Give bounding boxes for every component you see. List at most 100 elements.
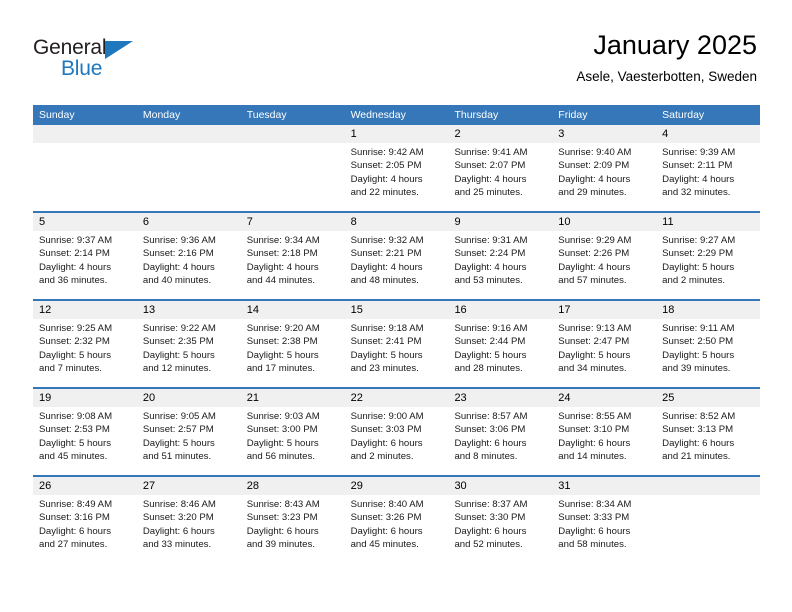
day-details: Sunrise: 9:05 AM Sunset: 2:57 PM Daylight:… <box>137 407 241 464</box>
weekday-header-tuesday: Tuesday <box>246 109 287 121</box>
day-number: 1 <box>344 125 449 143</box>
day-detail-line: Sunset: 3:30 PM <box>454 512 526 524</box>
day-detail-line: Sunrise: 9:16 AM <box>454 323 528 334</box>
day-detail-line: Daylight: 5 hours <box>142 349 215 361</box>
day-number: 29 <box>344 477 449 495</box>
calendar-day-cell[interactable]: 11 Sunrise: 9:27 AM Sunset: 2:29 PM Dayligh… <box>656 213 761 299</box>
calendar-day-cell[interactable]: 15 Sunrise: 9:18 AM Sunset: 2:41 PM Dayligh… <box>344 301 449 387</box>
weekday-header-friday: Friday <box>558 109 588 121</box>
calendar-day-cell[interactable]: 3 Sunrise: 9:40 AM Sunset: 2:09 PM Daylight… <box>552 125 657 211</box>
calendar-week-row: 12 Sunrise: 9:25 AM Sunset: 2:32 PM Dayligh… <box>33 301 761 389</box>
day-detail-line: Daylight: 4 hours <box>662 173 735 185</box>
day-number: 9 <box>448 213 553 231</box>
calendar-day-cell[interactable]: 13 Sunrise: 9:22 AM Sunset: 2:35 PM Dayligh… <box>136 301 241 387</box>
day-detail-line: Sunrise: 9:34 AM <box>246 235 320 246</box>
day-number: 15 <box>344 301 449 319</box>
calendar-day-cell[interactable]: 8 Sunrise: 9:32 AM Sunset: 2:21 PM Daylight… <box>344 213 449 299</box>
day-detail-line: Daylight: 6 hours <box>558 525 631 537</box>
day-detail-line: Sunset: 2:21 PM <box>350 248 422 260</box>
calendar-grid: Sunday Monday Tuesday Wednesday Thursday Frid… <box>33 105 761 565</box>
day-detail-line: and 17 minutes. <box>246 363 315 375</box>
day-detail-line: Daylight: 4 hours <box>454 173 527 185</box>
calendar-day-cell[interactable]: 29 Sunrise: 8:40 AM Sunset: 3:26 PM Dayligh… <box>344 477 449 565</box>
day-details <box>656 495 760 498</box>
day-detail-line: Sunset: 2:44 PM <box>454 336 526 348</box>
day-detail-line: Daylight: 4 hours <box>558 261 631 273</box>
day-detail-line: Daylight: 4 hours <box>39 261 111 273</box>
calendar-day-cell[interactable]: 20 Sunrise: 9:05 AM Sunset: 2:57 PM Dayligh… <box>136 389 241 475</box>
calendar-day-cell[interactable]: 31 Sunrise: 8:34 AM Sunset: 3:33 PM Dayligh… <box>552 477 657 565</box>
calendar-day-cell[interactable]: 9 Sunrise: 9:31 AM Sunset: 2:24 PM Daylight… <box>448 213 553 299</box>
day-detail-line: Sunrise: 9:27 AM <box>662 235 736 246</box>
day-detail-line: Sunset: 2:14 PM <box>39 248 110 260</box>
day-number: 26 <box>33 477 137 495</box>
day-detail-line: and 27 minutes. <box>39 539 108 551</box>
day-detail-line: Daylight: 6 hours <box>558 437 631 449</box>
calendar-day-cell[interactable]: 2 Sunrise: 9:41 AM Sunset: 2:07 PM Daylight… <box>448 125 553 211</box>
day-details: Sunrise: 9:18 AM Sunset: 2:41 PM Daylight:… <box>345 319 449 376</box>
calendar-day-cell[interactable]: 14 Sunrise: 9:20 AM Sunset: 2:38 PM Dayligh… <box>240 301 345 387</box>
day-detail-line: and 58 minutes. <box>558 539 627 551</box>
day-detail-line: Sunset: 2:29 PM <box>662 248 734 260</box>
day-detail-line: Sunset: 2:53 PM <box>39 424 110 436</box>
calendar-day-cell[interactable]: 16 Sunrise: 9:16 AM Sunset: 2:44 PM Dayligh… <box>448 301 553 387</box>
day-detail-line: and 52 minutes. <box>454 539 523 551</box>
day-detail-line: Sunrise: 8:55 AM <box>558 411 632 422</box>
day-detail-line: Daylight: 5 hours <box>246 437 319 449</box>
calendar-day-cell[interactable]: 30 Sunrise: 8:37 AM Sunset: 3:30 PM Dayligh… <box>448 477 553 565</box>
day-detail-line: Daylight: 5 hours <box>39 437 111 449</box>
day-detail-line: Daylight: 4 hours <box>350 261 423 273</box>
day-detail-line: Sunrise: 8:37 AM <box>454 499 528 510</box>
day-number: 8 <box>344 213 449 231</box>
calendar-day-cell[interactable]: 23 Sunrise: 8:57 AM Sunset: 3:06 PM Dayligh… <box>448 389 553 475</box>
day-detail-line: and 36 minutes. <box>39 275 108 287</box>
day-number: 31 <box>552 477 657 495</box>
day-detail-line: Sunset: 3:26 PM <box>350 512 422 524</box>
day-detail-line: Daylight: 5 hours <box>558 349 631 361</box>
day-details: Sunrise: 8:43 AM Sunset: 3:23 PM Daylight:… <box>241 495 345 552</box>
day-number: 19 <box>33 389 137 407</box>
calendar-day-cell[interactable]: 5 Sunrise: 9:37 AM Sunset: 2:14 PM Daylight… <box>33 213 137 299</box>
day-detail-line: Sunrise: 9:41 AM <box>454 147 528 158</box>
day-detail-line: and 22 minutes. <box>350 187 419 199</box>
day-details: Sunrise: 9:37 AM Sunset: 2:14 PM Daylight:… <box>33 231 137 288</box>
calendar-day-cell[interactable]: 12 Sunrise: 9:25 AM Sunset: 2:32 PM Dayligh… <box>33 301 137 387</box>
day-detail-line: Daylight: 5 hours <box>454 349 527 361</box>
calendar-day-cell[interactable]: 26 Sunrise: 8:49 AM Sunset: 3:16 PM Dayligh… <box>33 477 137 565</box>
day-detail-line: and 28 minutes. <box>454 363 523 375</box>
page-header: General Blue January 2025 Asele, Vaester… <box>0 0 792 100</box>
calendar-week-row: 26 Sunrise: 8:49 AM Sunset: 3:16 PM Dayligh… <box>33 477 761 565</box>
day-details: Sunrise: 9:13 AM Sunset: 2:47 PM Daylight:… <box>552 319 656 376</box>
day-number: 28 <box>240 477 345 495</box>
calendar-day-cell[interactable]: 17 Sunrise: 9:13 AM Sunset: 2:47 PM Dayligh… <box>552 301 657 387</box>
day-detail-line: Daylight: 6 hours <box>350 437 423 449</box>
calendar-day-cell[interactable]: 27 Sunrise: 8:46 AM Sunset: 3:20 PM Dayligh… <box>136 477 241 565</box>
day-details: Sunrise: 9:42 AM Sunset: 2:05 PM Daylight:… <box>345 143 449 200</box>
calendar-day-cell[interactable]: 28 Sunrise: 8:43 AM Sunset: 3:23 PM Dayligh… <box>240 477 345 565</box>
calendar-day-cell[interactable]: 6 Sunrise: 9:36 AM Sunset: 2:16 PM Daylight… <box>136 213 241 299</box>
calendar-day-cell[interactable]: 7 Sunrise: 9:34 AM Sunset: 2:18 PM Daylight… <box>240 213 345 299</box>
day-detail-line: Sunset: 2:09 PM <box>558 160 630 172</box>
logo-text-blue: Blue <box>61 57 103 80</box>
calendar-day-cell[interactable]: 24 Sunrise: 8:55 AM Sunset: 3:10 PM Dayligh… <box>552 389 657 475</box>
day-number: 20 <box>136 389 241 407</box>
calendar-day-cell[interactable]: 18 Sunrise: 9:11 AM Sunset: 2:50 PM Dayligh… <box>656 301 761 387</box>
day-detail-line: Sunset: 2:07 PM <box>454 160 526 172</box>
day-detail-line: Sunset: 2:47 PM <box>558 336 630 348</box>
day-detail-line: Daylight: 6 hours <box>350 525 423 537</box>
calendar-day-cell[interactable]: 10 Sunrise: 9:29 AM Sunset: 2:26 PM Dayligh… <box>552 213 657 299</box>
calendar-day-cell[interactable]: 4 Sunrise: 9:39 AM Sunset: 2:11 PM Daylight… <box>656 125 761 211</box>
day-details <box>241 143 345 146</box>
calendar-day-cell[interactable]: 22 Sunrise: 9:00 AM Sunset: 3:03 PM Dayligh… <box>344 389 449 475</box>
calendar-day-cell[interactable]: 21 Sunrise: 9:03 AM Sunset: 3:00 PM Dayligh… <box>240 389 345 475</box>
day-details <box>33 143 137 146</box>
day-number: 27 <box>136 477 241 495</box>
calendar-day-cell[interactable]: 19 Sunrise: 9:08 AM Sunset: 2:53 PM Dayligh… <box>33 389 137 475</box>
calendar-day-cell[interactable]: 25 Sunrise: 8:52 AM Sunset: 3:13 PM Dayligh… <box>656 389 761 475</box>
calendar-day-cell[interactable]: 1 Sunrise: 9:42 AM Sunset: 2:05 PM Daylight… <box>344 125 449 211</box>
day-detail-line: Sunrise: 8:49 AM <box>39 499 113 510</box>
day-number: 3 <box>552 125 657 143</box>
day-number: 17 <box>552 301 657 319</box>
day-detail-line: and 57 minutes. <box>558 275 627 287</box>
day-details: Sunrise: 9:32 AM Sunset: 2:21 PM Daylight:… <box>345 231 449 288</box>
